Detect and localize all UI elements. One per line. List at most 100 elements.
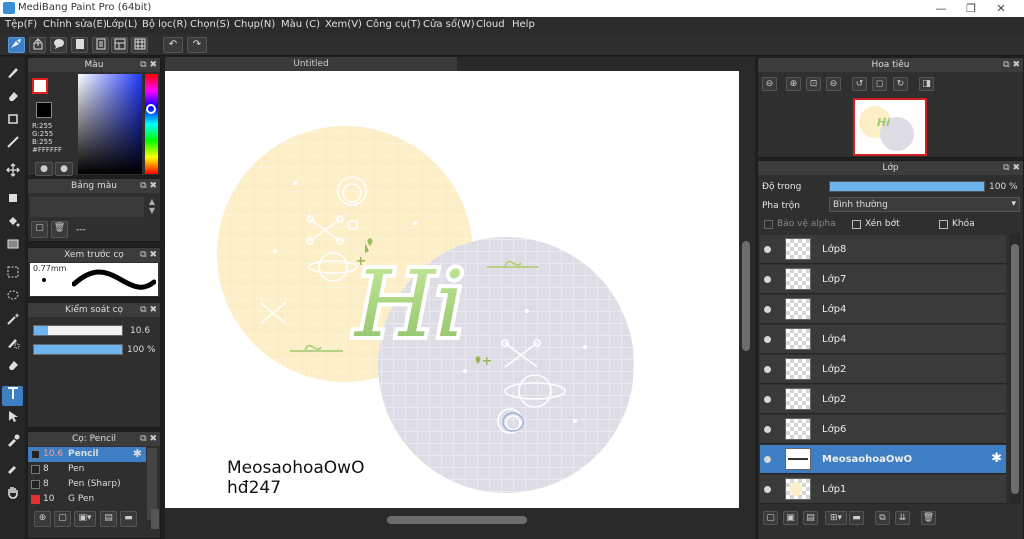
zoom-in-icon[interactable]: ⊕ bbox=[786, 77, 801, 91]
hscroll-thumb[interactable] bbox=[387, 516, 527, 524]
palette-swatch-area[interactable] bbox=[30, 197, 144, 217]
panel-controls-icon[interactable]: ⧉ ✖ bbox=[140, 58, 157, 72]
select-pen-tool-icon[interactable] bbox=[2, 335, 23, 355]
layer-scrollbar[interactable] bbox=[1009, 234, 1021, 504]
layer-row[interactable]: Lớp2 bbox=[760, 385, 1006, 414]
vscroll-thumb[interactable] bbox=[742, 241, 750, 351]
magic-wand-tool-icon[interactable] bbox=[2, 312, 23, 332]
lasso-tool-icon[interactable] bbox=[2, 289, 23, 309]
select-eraser-tool-icon[interactable] bbox=[2, 358, 23, 378]
visibility-eye-icon[interactable] bbox=[764, 246, 771, 253]
layer-row[interactable]: Lớp1 bbox=[760, 475, 1006, 504]
text-tool-icon[interactable] bbox=[2, 386, 23, 406]
brush-folder-icon[interactable]: ▤ bbox=[100, 511, 117, 527]
visibility-eye-icon[interactable] bbox=[764, 306, 771, 313]
new-halftone-layer-icon[interactable]: ▣ bbox=[783, 511, 798, 525]
eraser-tool-icon[interactable] bbox=[2, 89, 23, 109]
add-layer-menu-icon[interactable]: ⊞▾ bbox=[825, 511, 847, 525]
zoom-out-icon[interactable]: ⊖ bbox=[762, 77, 777, 91]
page-icon[interactable] bbox=[71, 37, 88, 53]
canvas-vertical-scrollbar[interactable] bbox=[740, 71, 752, 511]
brush-size-slider[interactable] bbox=[33, 325, 123, 336]
dropper2-tool-icon[interactable] bbox=[2, 460, 23, 480]
select-tool-icon[interactable] bbox=[2, 265, 23, 285]
canvas-paper[interactable]: Hi Hi MeosaohoaOwO hđ247 bbox=[165, 71, 739, 508]
menu-edit[interactable]: Chỉnh sửa(E) bbox=[43, 19, 107, 30]
restore-button[interactable]: ❐ bbox=[956, 0, 986, 17]
blend-mode-select[interactable]: Bình thường ▾ bbox=[829, 197, 1020, 212]
brush-row-pencil[interactable]: 10.6 Pencil ✱ bbox=[28, 447, 146, 462]
bucket-tool-icon[interactable] bbox=[2, 214, 23, 234]
layer-row[interactable]: Lớp7 bbox=[760, 265, 1006, 294]
panel-controls-icon[interactable]: ⧉ ✖ bbox=[140, 248, 157, 262]
flip-icon[interactable]: ◨ bbox=[919, 77, 934, 91]
delete-palette-icon[interactable]: 🗑 bbox=[51, 221, 68, 238]
pen-tool-icon[interactable] bbox=[2, 65, 23, 85]
duplicate-layer-icon[interactable]: ⧉ bbox=[875, 511, 890, 525]
grid-icon[interactable] bbox=[131, 37, 148, 53]
brush-settings-gear-icon[interactable]: ✱ bbox=[133, 447, 142, 460]
visibility-eye-icon[interactable] bbox=[764, 336, 771, 343]
brush-row-gpen[interactable]: 10 G Pen bbox=[28, 492, 146, 507]
visibility-eye-icon[interactable] bbox=[764, 426, 771, 433]
menu-snap[interactable]: Chụp(N) bbox=[234, 19, 275, 30]
menu-view[interactable]: Xem(V) bbox=[325, 19, 362, 30]
menu-filter[interactable]: Bộ lọc(R) bbox=[142, 19, 187, 30]
move-tool-icon[interactable] bbox=[2, 163, 23, 183]
clipping-checkbox[interactable] bbox=[852, 220, 861, 229]
fill-rect-tool-icon[interactable] bbox=[2, 191, 23, 211]
minimize-button[interactable]: — bbox=[926, 0, 956, 17]
brush-opacity-slider[interactable] bbox=[33, 344, 123, 355]
primary-color-swatch[interactable] bbox=[32, 78, 48, 94]
visibility-eye-icon[interactable] bbox=[764, 366, 771, 373]
brush-menu-icon[interactable]: ▣▾ bbox=[74, 511, 96, 527]
hue-slider[interactable] bbox=[145, 74, 158, 174]
brush-row-pen[interactable]: 8 Pen bbox=[28, 462, 146, 477]
zoom-small-icon[interactable]: ⊖ bbox=[826, 77, 841, 91]
delete-layer-icon[interactable]: 🗑 bbox=[921, 511, 936, 525]
lock-checkbox[interactable] bbox=[939, 220, 948, 229]
layer-row[interactable]: Lớp4 bbox=[760, 325, 1006, 354]
brush-new-icon[interactable]: ▢ bbox=[54, 511, 71, 527]
panel-controls-icon[interactable]: ⧉ ✖ bbox=[1003, 161, 1020, 175]
color-mode-button[interactable]: ● bbox=[35, 162, 53, 176]
brush-folder2-icon[interactable]: ▬ bbox=[120, 511, 137, 527]
hue-handle[interactable] bbox=[146, 104, 156, 114]
line-tool-icon[interactable] bbox=[2, 135, 23, 155]
panel-controls-icon[interactable]: ⧉ ✖ bbox=[140, 179, 157, 193]
menu-file[interactable]: Tệp(F) bbox=[5, 19, 37, 30]
new-layer-icon[interactable]: ▢ bbox=[763, 511, 778, 525]
merge-layer-icon[interactable]: ⇊ bbox=[895, 511, 910, 525]
fullscreen-icon[interactable]: ◻ bbox=[872, 77, 887, 91]
palette-scroll-icon[interactable]: ▲ ▼ bbox=[147, 197, 157, 217]
menu-color[interactable]: Màu (C) bbox=[281, 19, 320, 30]
visibility-eye-icon[interactable] bbox=[764, 486, 771, 493]
rotate-right-icon[interactable]: ↻ bbox=[893, 77, 908, 91]
layer-opacity-slider[interactable] bbox=[829, 181, 985, 192]
add-palette-icon[interactable]: ▢ bbox=[31, 221, 48, 238]
document-tab[interactable]: Untitled bbox=[165, 57, 457, 71]
layer-settings-gear-icon[interactable]: ✱ bbox=[991, 451, 1002, 466]
rectangle-tool-icon[interactable] bbox=[2, 112, 23, 132]
brush-panel-scroll[interactable] bbox=[151, 509, 159, 529]
layer-row[interactable]: Lớp2 bbox=[760, 355, 1006, 384]
menu-cloud[interactable]: Cloud bbox=[476, 19, 505, 30]
layer-scroll-thumb[interactable] bbox=[1011, 244, 1019, 494]
fit-icon[interactable]: ⊡ bbox=[806, 77, 821, 91]
gradient-tool-icon[interactable] bbox=[2, 237, 23, 257]
navigator-thumbnail[interactable]: Hi bbox=[853, 98, 927, 156]
layer-row[interactable]: Lớp6 bbox=[760, 415, 1006, 444]
menu-layer[interactable]: Lớp(L) bbox=[106, 19, 137, 30]
color-history-button[interactable]: ● bbox=[55, 162, 73, 176]
layer-folder-icon[interactable]: ▬ bbox=[849, 511, 864, 525]
protect-alpha-checkbox[interactable] bbox=[764, 220, 773, 229]
visibility-eye-icon[interactable] bbox=[764, 276, 771, 283]
canvas-horizontal-scrollbar[interactable] bbox=[165, 513, 752, 526]
visibility-eye-icon[interactable] bbox=[764, 396, 771, 403]
hand-tool-icon[interactable] bbox=[2, 485, 23, 505]
dropper-tool-icon[interactable] bbox=[2, 433, 23, 453]
page-manage-icon[interactable] bbox=[92, 37, 109, 53]
operation-tool-icon[interactable] bbox=[2, 409, 23, 429]
brush-row-pen-sharp[interactable]: 8 Pen (Sharp) bbox=[28, 477, 146, 492]
layer-row[interactable]: Lớp4 bbox=[760, 295, 1006, 324]
